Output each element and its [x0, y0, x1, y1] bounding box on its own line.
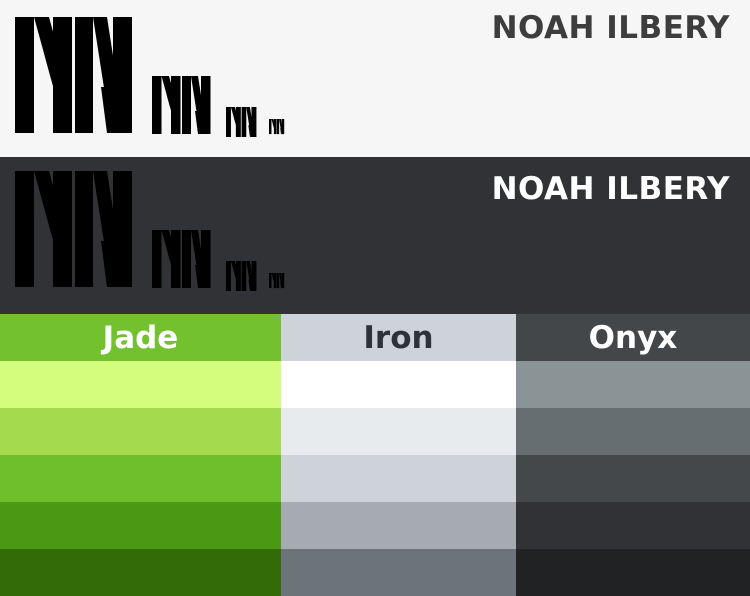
- palette-column-iron: Iron: [281, 314, 516, 596]
- color-swatch: [516, 455, 750, 502]
- palette-label: Onyx: [516, 314, 750, 361]
- color-swatch: [281, 408, 516, 455]
- brand-name: NOAH ILBERY: [491, 171, 730, 207]
- color-swatch: [281, 361, 516, 408]
- color-swatch: [0, 455, 281, 502]
- palette-column-onyx: Onyx: [516, 314, 750, 596]
- brand-name: NOAH ILBERY: [491, 10, 730, 46]
- color-swatch: [0, 549, 281, 596]
- color-palette: Jade Iron Onyx: [0, 314, 750, 596]
- logo-mark-dark: [15, 171, 285, 291]
- color-swatch: [0, 408, 281, 455]
- palette-label: Jade: [0, 314, 281, 361]
- color-swatch: [281, 549, 516, 596]
- color-swatch: [516, 361, 750, 408]
- palette-column-jade: Jade: [0, 314, 281, 596]
- color-swatch: [516, 502, 750, 549]
- color-swatch: [516, 408, 750, 455]
- color-swatch: [516, 549, 750, 596]
- color-swatch: [281, 502, 516, 549]
- light-header: NOAH ILBERY: [0, 0, 750, 157]
- color-swatch: [0, 502, 281, 549]
- color-swatch: [281, 455, 516, 502]
- color-swatch: [0, 361, 281, 408]
- logo-mark-light: [15, 17, 285, 137]
- dark-header: NOAH ILBERY: [0, 157, 750, 314]
- palette-label: Iron: [281, 314, 516, 361]
